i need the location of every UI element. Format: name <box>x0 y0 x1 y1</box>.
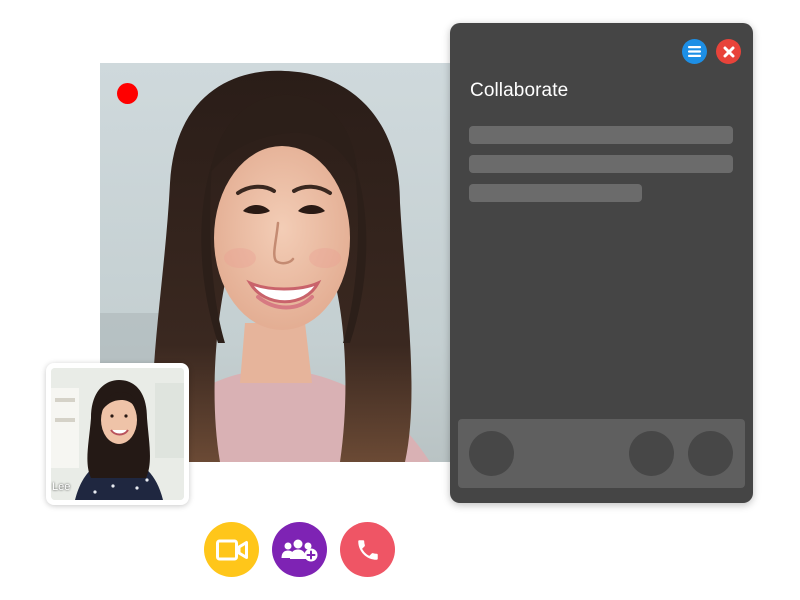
collaborate-panel: Collaborate <box>450 23 753 503</box>
toggle-video-button[interactable] <box>204 522 259 577</box>
self-view-image <box>51 368 184 500</box>
video-camera-icon <box>215 539 248 560</box>
self-view-video <box>51 368 184 500</box>
video-call-screen: Lee Collaborate <box>0 0 800 600</box>
phone-icon <box>357 539 378 560</box>
footer-control-button-middle[interactable] <box>629 431 674 476</box>
hamburger-menu-icon <box>688 46 701 57</box>
panel-footer-toolbar <box>458 419 745 488</box>
self-view-name-label: Lee <box>52 481 71 493</box>
panel-menu-button[interactable] <box>682 39 707 64</box>
recording-indicator-icon <box>117 83 138 104</box>
content-placeholder-line <box>469 126 733 144</box>
content-placeholder-line <box>469 155 733 173</box>
add-participant-button[interactable] <box>272 522 327 577</box>
footer-control-button-left[interactable] <box>469 431 514 476</box>
footer-control-button-right[interactable] <box>688 431 733 476</box>
end-call-button[interactable] <box>340 522 395 577</box>
panel-title: Collaborate <box>470 80 569 101</box>
panel-close-button[interactable] <box>716 39 741 64</box>
content-placeholder-line <box>469 184 642 202</box>
add-group-icon <box>281 539 317 561</box>
close-x-icon <box>723 46 734 57</box>
